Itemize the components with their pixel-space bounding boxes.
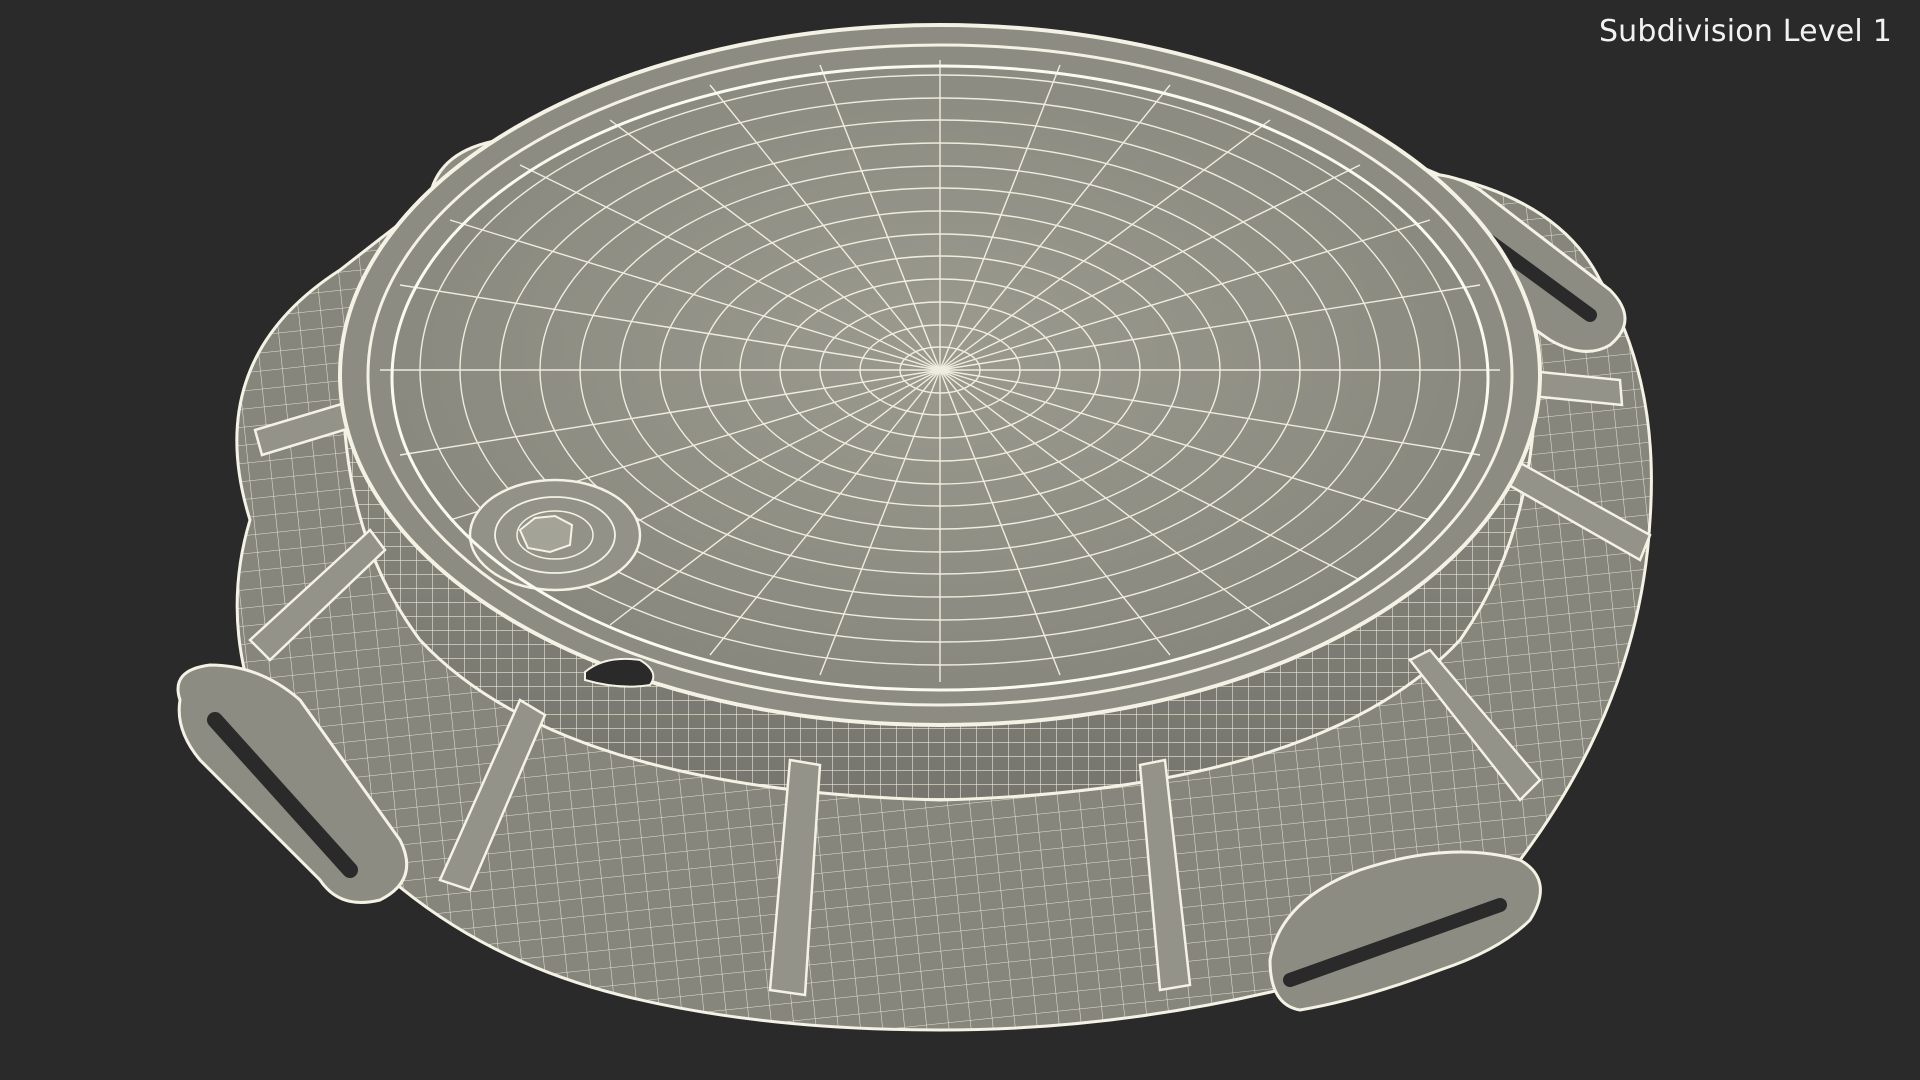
render-viewport: Subdivision Level 1	[0, 0, 1920, 1080]
manhole-cover-model	[176, 23, 1653, 1032]
lid-top	[338, 23, 1542, 727]
bolt-boss	[468, 478, 642, 592]
